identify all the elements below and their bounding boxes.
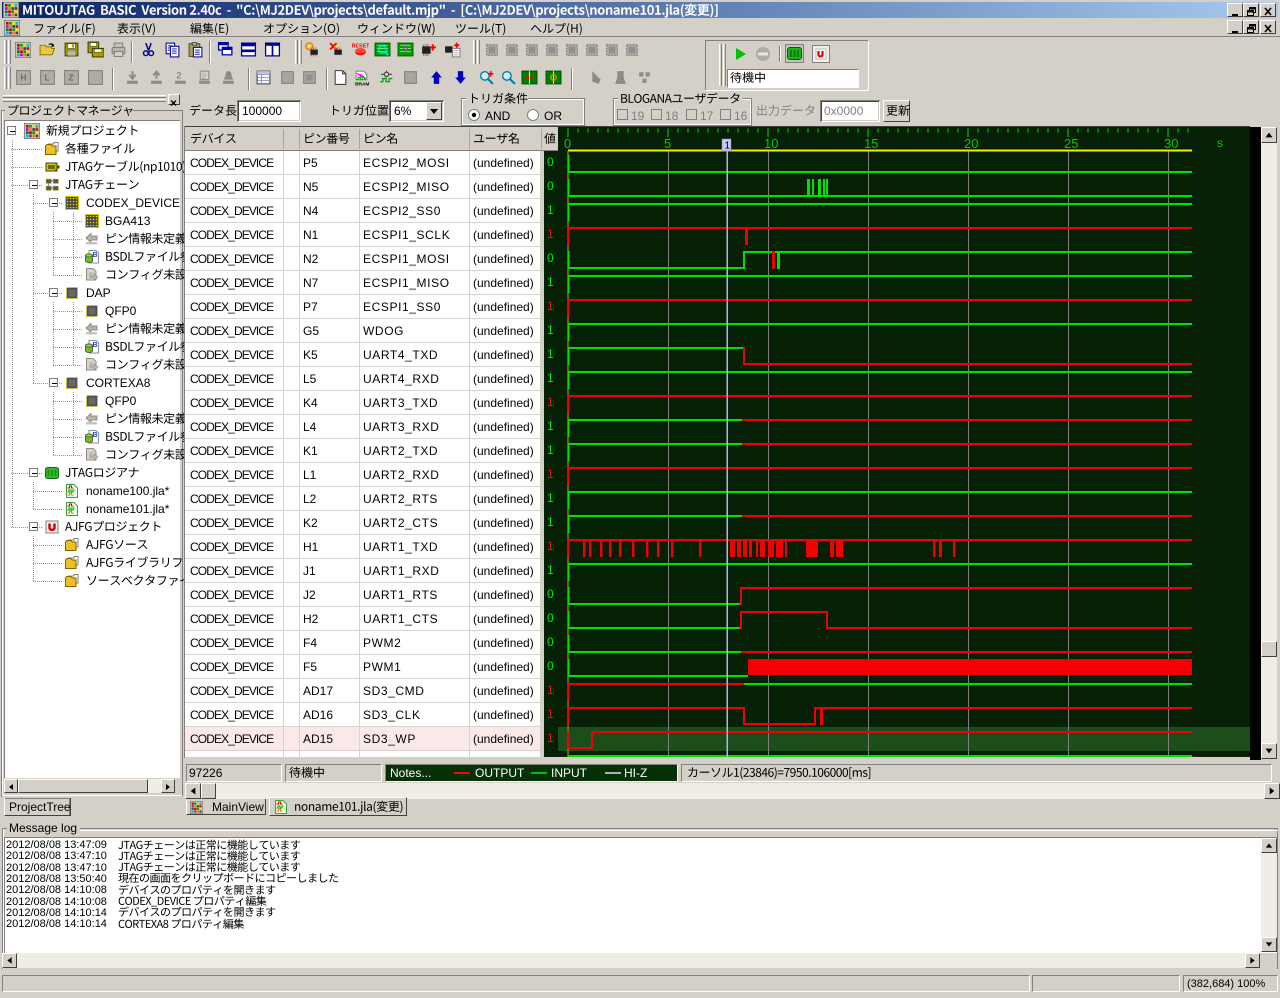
svg-text:20: 20: [964, 136, 978, 151]
svg-text:Z: Z: [68, 73, 73, 83]
svg-text:s: s: [1217, 136, 1223, 150]
svg-text:0: 0: [564, 136, 571, 151]
svg-text:L: L: [44, 73, 49, 83]
svg-text:5: 5: [664, 136, 671, 151]
svg-text:10: 10: [764, 136, 778, 151]
svg-text:2: 2: [176, 71, 181, 82]
svg-text:30: 30: [1164, 136, 1178, 151]
svg-text:1: 1: [725, 141, 731, 152]
svg-text:B: B: [93, 432, 98, 439]
svg-text:BRAM: BRAM: [355, 81, 369, 86]
svg-text:H: H: [20, 73, 26, 83]
svg-text:B: B: [93, 342, 98, 349]
svg-text:B: B: [93, 252, 98, 259]
svg-text:25: 25: [1064, 136, 1078, 151]
svg-text:?: ?: [402, 45, 408, 57]
svg-text:15: 15: [864, 136, 878, 151]
svg-text:2: 2: [202, 72, 206, 81]
